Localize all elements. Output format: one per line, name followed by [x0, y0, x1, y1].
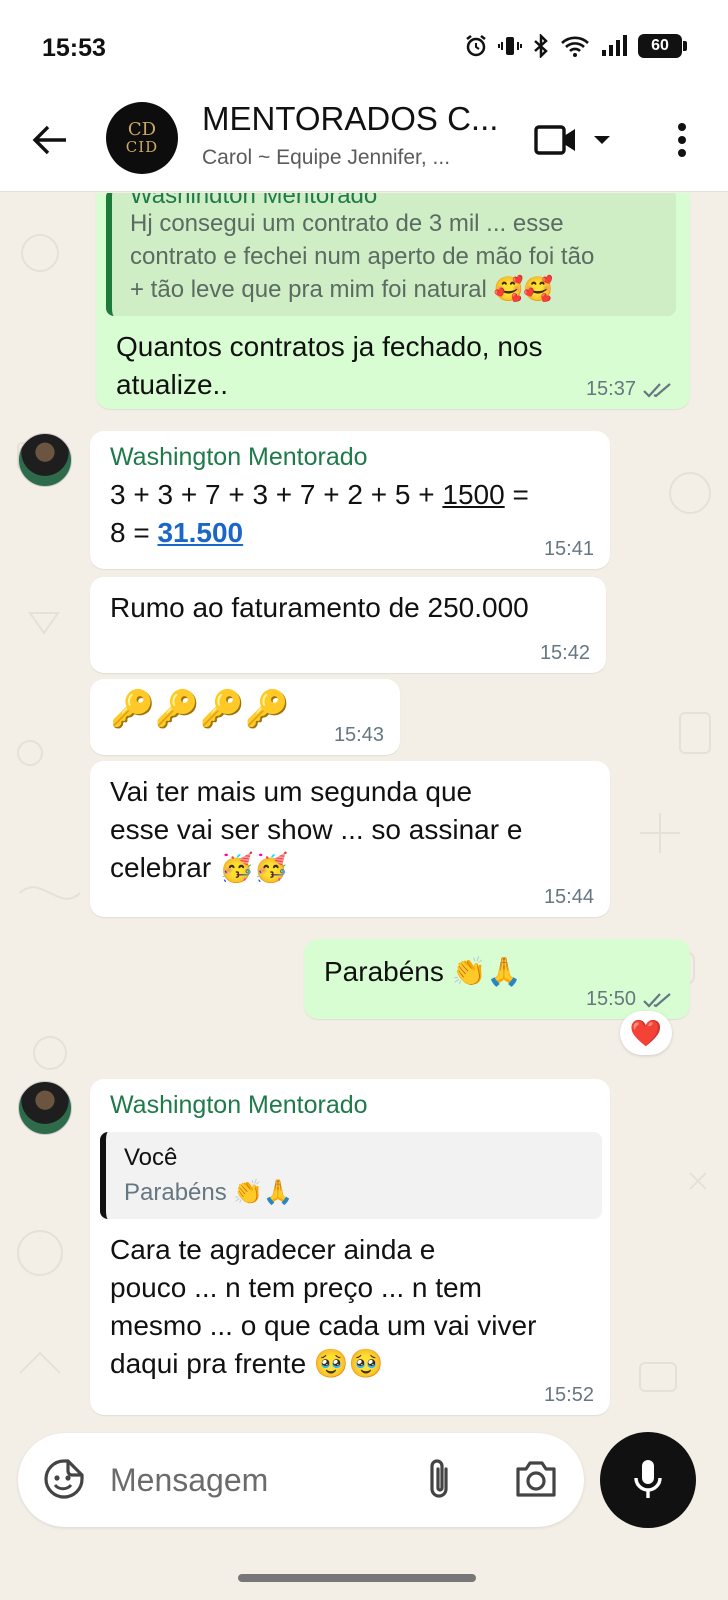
more-options-button[interactable] — [664, 114, 700, 166]
double-check-icon — [643, 382, 671, 398]
double-check-icon — [643, 992, 671, 1008]
paperclip-icon — [430, 1459, 448, 1498]
camera-icon — [516, 1461, 556, 1497]
message-text-part: 8 = — [110, 517, 158, 548]
heart-reaction[interactable]: ❤️ — [620, 1011, 672, 1055]
back-button[interactable] — [26, 116, 74, 164]
message-meta: 15:52 — [544, 1384, 594, 1407]
message-outgoing[interactable]: Washington Mentorado Hj consegui um cont… — [96, 193, 690, 409]
message-incoming[interactable]: Rumo ao faturamento de 250.000 15:42 — [90, 577, 606, 673]
message-time: 15:44 — [543, 886, 594, 908]
message-time: 15:42 — [539, 642, 590, 664]
message-composer — [18, 1433, 584, 1527]
message-text: 8 = 31.500 — [110, 514, 590, 552]
chevron-down-icon — [594, 136, 610, 144]
message-text: esse vai ser show ... so assinar e — [110, 814, 523, 845]
message-meta: 15:50 — [586, 988, 674, 1011]
attach-button[interactable] — [422, 1457, 462, 1501]
alarm-icon — [466, 35, 486, 57]
sender-name[interactable]: Washington Mentorado — [110, 1091, 590, 1120]
group-avatar-text: CID — [125, 138, 159, 156]
home-indicator[interactable] — [238, 1574, 476, 1582]
message-incoming[interactable]: 🔑🔑🔑🔑 15:43 — [90, 679, 400, 755]
quoted-message-text: + tão leve que pra mim foi natural 🥰🥰 — [130, 276, 554, 303]
sender-name[interactable]: Washington Mentorado — [110, 443, 590, 472]
video-camera-icon — [534, 125, 575, 155]
wifi-icon — [561, 36, 589, 57]
sender-avatar[interactable] — [18, 1081, 72, 1135]
quoted-message[interactable]: Você Parabéns 👏🙏 — [100, 1132, 602, 1219]
sticker-button[interactable] — [42, 1457, 86, 1501]
camera-button[interactable] — [514, 1459, 558, 1499]
message-incoming[interactable]: Vai ter mais um segunda que esse vai ser… — [90, 761, 610, 917]
quoted-message-text: Hj consegui um contrato de 3 mil ... ess… — [130, 210, 564, 237]
message-time: 15:41 — [543, 538, 594, 560]
message-time: 15:50 — [585, 988, 636, 1010]
battery-icon: 60 — [638, 34, 687, 58]
chat-subtitle[interactable]: Carol ~ Equipe Jennifer, ... — [202, 146, 450, 170]
quoted-message-text: contrato e fechei num aperto de mão foi … — [130, 243, 595, 270]
bluetooth-icon — [534, 34, 548, 58]
message-text-part: 3 + 3 + 7 + 3 + 7 + 2 + 5 + — [110, 479, 443, 510]
message-text: Quantos contratos ja fechado, nos — [116, 331, 543, 362]
chat-header: CD CID MENTORADOS C... Carol ~ Equipe Je… — [0, 92, 728, 192]
sticker-icon — [44, 1459, 84, 1499]
more-vertical-icon — [678, 123, 686, 157]
microphone-icon — [634, 1460, 662, 1498]
signal-icon — [602, 35, 627, 56]
message-text: pouco ... n tem preço ... n tem — [110, 1272, 482, 1303]
number-link[interactable]: 31.500 — [157, 517, 243, 548]
message-text: Rumo ao faturamento de 250.000 — [110, 592, 529, 623]
quoted-message-author: Você — [124, 1144, 178, 1171]
message-text: daqui pra frente 🥹🥹 — [110, 1348, 384, 1379]
message-meta: 15:43 — [334, 724, 384, 747]
message-outgoing[interactable]: Parabéns 👏🙏 15:50 — [304, 939, 690, 1019]
message-incoming[interactable]: Washington Mentorado Você Parabéns 👏🙏 Ca… — [90, 1079, 610, 1415]
message-text: 3 + 3 + 7 + 3 + 7 + 2 + 5 + 1500 = — [110, 476, 590, 514]
status-bar: 15:53 60 — [0, 0, 728, 92]
message-time: 15:52 — [543, 1384, 594, 1406]
arrow-left-icon — [32, 125, 66, 155]
chat-title[interactable]: MENTORADOS C... — [202, 100, 498, 138]
message-input[interactable] — [110, 1459, 400, 1501]
vibrate-icon — [498, 37, 522, 55]
chat-messages[interactable]: Washington Mentorado Hj consegui um cont… — [0, 193, 728, 1463]
message-meta: 15:42 — [540, 642, 590, 665]
group-avatar[interactable]: CD CID — [106, 102, 178, 174]
status-time: 15:53 — [42, 34, 106, 62]
video-call-button[interactable] — [534, 118, 614, 162]
message-text: Parabéns 👏🙏 — [324, 956, 522, 987]
message-text: mesmo ... o que cada um vai viver — [110, 1310, 537, 1341]
message-text: Vai ter mais um segunda que — [110, 776, 473, 807]
message-meta: 15:37 — [586, 378, 674, 401]
quoted-message-text: Parabéns 👏🙏 — [124, 1179, 294, 1206]
message-time: 15:37 — [585, 378, 636, 400]
message-meta: 15:41 — [544, 538, 594, 561]
quoted-message-author: Washington Mentorado — [130, 193, 660, 203]
status-icons: 60 — [464, 34, 687, 58]
sender-avatar[interactable] — [18, 433, 72, 487]
voice-message-button[interactable] — [600, 1432, 696, 1528]
message-meta: 15:44 — [544, 886, 594, 909]
message-text-part: = — [504, 479, 529, 510]
message-text: celebrar 🥳🥳 — [110, 852, 289, 883]
group-avatar-mark: CD — [127, 119, 157, 140]
message-incoming[interactable]: Washington Mentorado 3 + 3 + 7 + 3 + 7 +… — [90, 431, 610, 569]
quoted-message[interactable]: Washington Mentorado Hj consegui um cont… — [106, 193, 676, 316]
phone-number-link[interactable]: 1500 — [442, 479, 504, 510]
message-time: 15:43 — [333, 724, 384, 746]
message-text: Cara te agradecer ainda e — [110, 1234, 436, 1265]
